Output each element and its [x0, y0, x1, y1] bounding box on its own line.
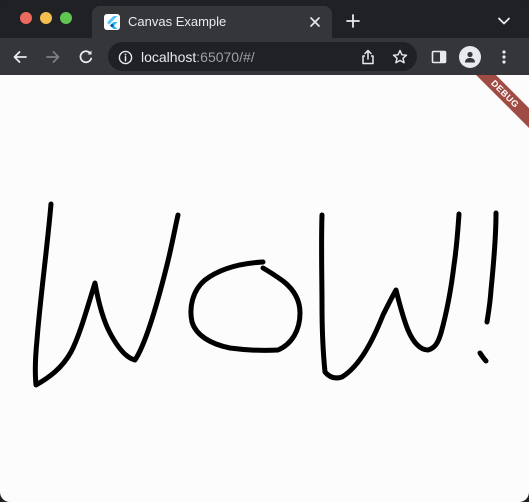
plus-icon — [346, 14, 360, 28]
more-menu-button[interactable] — [493, 46, 515, 68]
browser-window: Canvas Example localhost:65070/#/ DEBUG — [0, 0, 529, 502]
new-tab-button[interactable] — [343, 11, 363, 31]
stroke-exclamation-bar — [484, 210, 499, 325]
minimize-window-button[interactable] — [40, 12, 52, 24]
maximize-window-button[interactable] — [60, 12, 72, 24]
url-host: localhost — [141, 49, 197, 65]
stroke-letter-w-2 — [319, 211, 462, 381]
close-window-button[interactable] — [20, 12, 32, 24]
stroke-exclamation-dot — [477, 350, 489, 364]
arrow-left-icon — [13, 51, 27, 63]
kebab-menu-icon — [502, 50, 506, 64]
reload-button[interactable] — [75, 46, 97, 68]
tab-search-button[interactable] — [494, 11, 514, 31]
share-icon[interactable] — [358, 47, 378, 67]
url-path: :65070/#/ — [196, 49, 255, 65]
chevron-down-icon — [498, 17, 510, 25]
info-icon[interactable] — [116, 48, 134, 66]
reload-icon — [79, 50, 93, 64]
bookmark-star-icon[interactable] — [390, 47, 410, 67]
canvas-area[interactable]: DEBUG — [0, 75, 529, 502]
side-panel-icon — [431, 50, 447, 64]
stroke-letter-o — [188, 259, 303, 353]
browser-toolbar: localhost:65070/#/ — [0, 38, 529, 75]
tab-title: Canvas Example — [128, 14, 227, 29]
close-icon[interactable] — [306, 13, 324, 31]
tab-strip: Canvas Example — [0, 0, 529, 38]
avatar[interactable] — [459, 46, 481, 68]
stroke-letter-w-1 — [32, 201, 181, 388]
arrow-right-icon — [46, 51, 60, 63]
back-button[interactable] — [9, 46, 31, 68]
url-text: localhost:65070/#/ — [141, 49, 255, 65]
side-panel-button[interactable] — [428, 46, 450, 68]
drawing-canvas[interactable] — [0, 75, 529, 502]
address-bar[interactable]: localhost:65070/#/ — [108, 42, 417, 71]
tab-canvas-example[interactable]: Canvas Example — [92, 6, 332, 38]
flutter-logo-icon — [104, 14, 120, 30]
person-icon — [465, 51, 475, 63]
forward-button[interactable] — [42, 46, 64, 68]
